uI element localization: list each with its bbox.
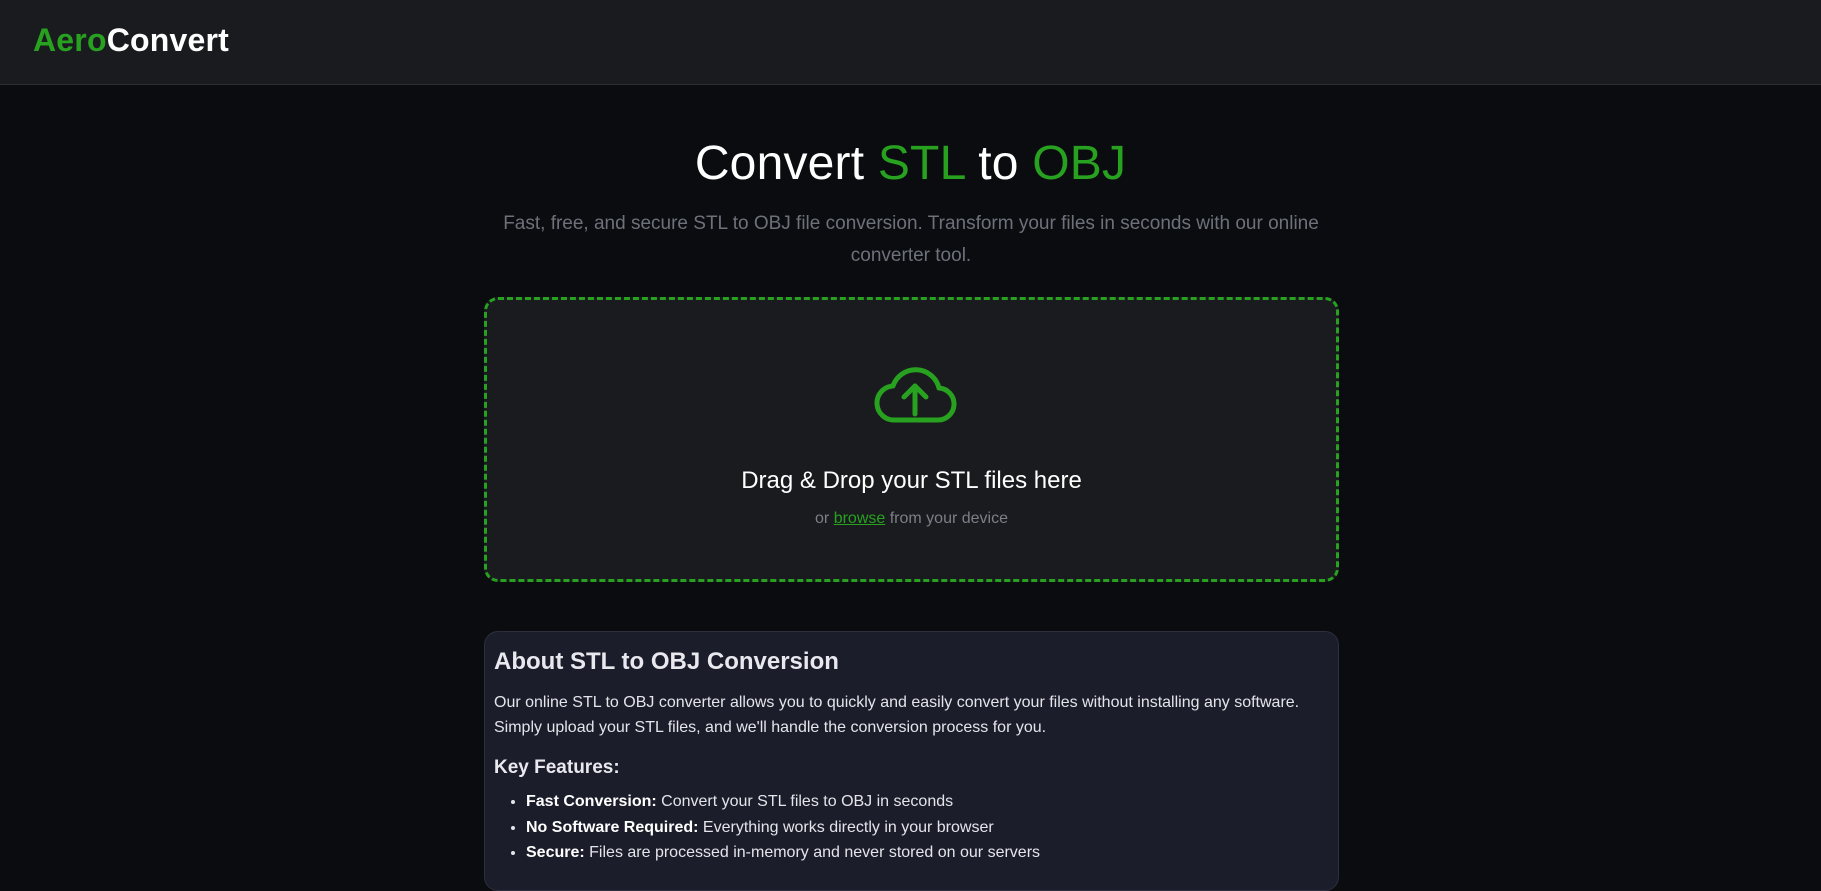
feature-label: No Software Required:: [526, 818, 699, 836]
about-section: About STL to OBJ Conversion Our online S…: [484, 631, 1339, 891]
dropzone-sub-prefix: or: [815, 510, 830, 527]
cloud-upload-icon: [874, 367, 957, 423]
feature-label: Secure:: [526, 844, 585, 861]
page-title: Convert STL to OBJ: [0, 136, 1821, 191]
feature-text: Files are processed in-memory and never …: [589, 844, 1041, 861]
feature-text: Convert your STL files to OBJ in seconds: [661, 793, 954, 810]
title-word-convert: Convert: [694, 137, 865, 190]
browse-link[interactable]: browse: [834, 510, 886, 527]
features-heading: Key Features:: [494, 757, 620, 778]
dropzone-subtext: or browse from your device: [487, 510, 1336, 528]
about-description: Our online STL to OBJ converter allows y…: [494, 694, 1300, 736]
title-format-from: STL: [877, 137, 965, 190]
title-word-to: to: [978, 137, 1019, 190]
logo-part-convert: Convert: [106, 22, 230, 58]
feature-item: Fast Conversion: Convert your STL files …: [526, 789, 1329, 815]
about-heading: About STL to OBJ Conversion: [494, 648, 839, 675]
feature-item: Secure: Files are processed in-memory an…: [526, 840, 1329, 866]
dropzone-sub-suffix: from your device: [889, 510, 1008, 527]
logo[interactable]: AeroConvert: [33, 22, 229, 59]
title-format-to: OBJ: [1032, 137, 1127, 190]
page-subtitle: Fast, free, and secure STL to OBJ file c…: [503, 213, 1319, 266]
file-dropzone[interactable]: Drag & Drop your STL files here or brows…: [484, 297, 1339, 582]
site-header: AeroConvert: [0, 0, 1821, 85]
feature-text: Everything works directly in your browse…: [702, 818, 994, 836]
features-list: Fast Conversion: Convert your STL files …: [494, 789, 1329, 866]
dropzone-title: Drag & Drop your STL files here: [741, 467, 1082, 494]
feature-label: Fast Conversion:: [526, 793, 657, 810]
feature-item: No Software Required: Everything works d…: [526, 815, 1329, 841]
logo-part-aero: Aero: [33, 22, 107, 58]
